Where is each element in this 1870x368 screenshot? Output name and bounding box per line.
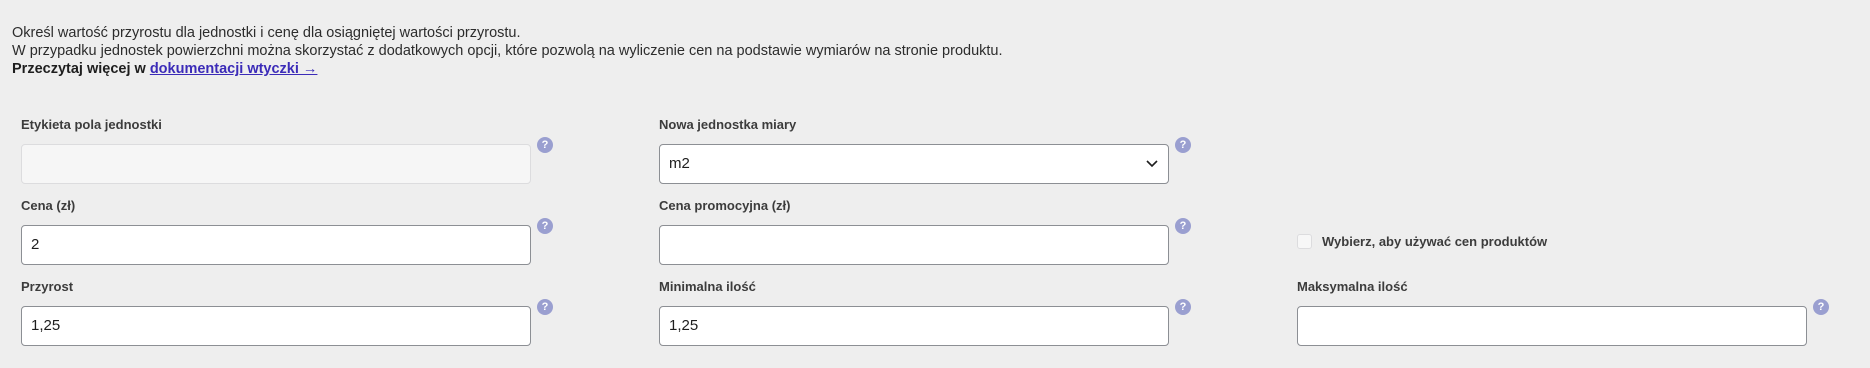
unit-label-field-label: Etykieta pola jednostki (21, 117, 162, 132)
intro-text: Określ wartość przyrostu dla jednostki i… (12, 24, 1003, 78)
min-qty-input[interactable]: 1,25 (659, 306, 1169, 346)
intro-line-1: Określ wartość przyrostu dla jednostki i… (12, 25, 521, 41)
documentation-link[interactable]: dokumentacji wtyczki → (150, 61, 318, 77)
new-unit-select[interactable]: m2 (659, 144, 1169, 184)
price-field-label: Cena (zł) (21, 198, 76, 213)
sale-price-field-label: Cena promocyjna (zł) (659, 198, 791, 213)
intro-line-3: Przeczytaj więcej w dokumentacji wtyczki… (12, 60, 1003, 78)
price-input[interactable]: 2 (21, 225, 531, 265)
new-unit-field-label: Nowa jednostka miary (659, 117, 797, 132)
use-product-prices-label[interactable]: Wybierz, aby używać cen produktów (1322, 234, 1547, 249)
read-more-prefix: Przeczytaj więcej w (12, 61, 146, 77)
help-icon[interactable]: ? (1175, 137, 1191, 153)
sale-price-input[interactable] (659, 225, 1169, 265)
help-icon[interactable]: ? (537, 299, 553, 315)
increment-input[interactable]: 1,25 (21, 306, 531, 346)
increment-field-label: Przyrost (21, 279, 74, 294)
help-icon[interactable]: ? (1175, 218, 1191, 234)
use-product-prices-checkbox[interactable] (1297, 234, 1312, 249)
help-icon[interactable]: ? (1813, 299, 1829, 315)
help-icon[interactable]: ? (537, 218, 553, 234)
new-unit-selected-value: m2 (669, 155, 690, 172)
min-qty-field-label: Minimalna ilość (659, 279, 756, 294)
help-icon[interactable]: ? (1175, 299, 1191, 315)
max-qty-input[interactable] (1297, 306, 1807, 346)
intro-line-2: W przypadku jednostek powierzchni można … (12, 43, 1003, 59)
unit-label-input[interactable] (21, 144, 531, 184)
help-icon[interactable]: ? (537, 137, 553, 153)
chevron-down-icon (1146, 160, 1158, 168)
max-qty-field-label: Maksymalna ilość (1297, 279, 1408, 294)
